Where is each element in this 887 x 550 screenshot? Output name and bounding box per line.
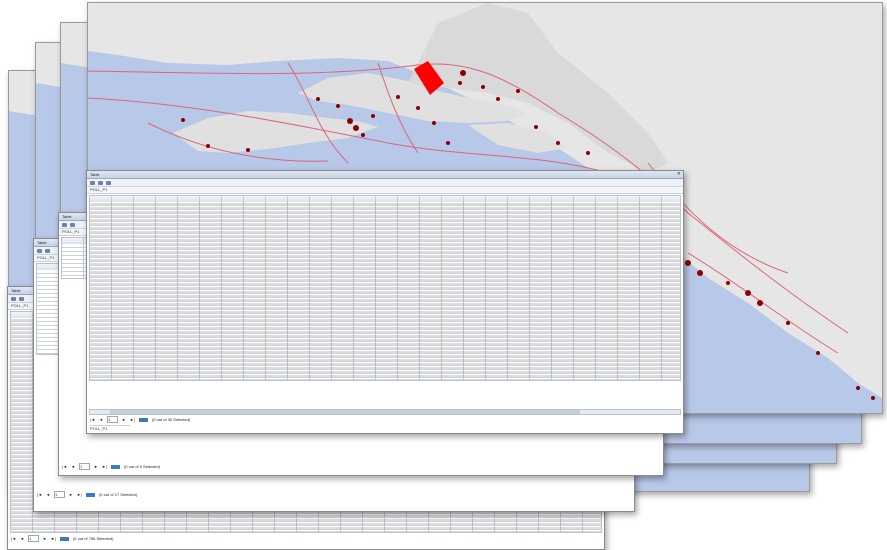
table-toolbar xyxy=(87,179,683,187)
table-options-icon[interactable] xyxy=(37,248,42,253)
select-by-attributes-icon[interactable] xyxy=(70,222,75,227)
grid-cell-text xyxy=(90,202,680,380)
show-selected-button[interactable] xyxy=(85,492,95,497)
record-number-input[interactable]: 1 xyxy=(78,463,90,470)
show-selected-button[interactable] xyxy=(138,417,148,422)
navigation-prev-icon[interactable]: ◄ xyxy=(20,536,24,541)
record-navigator: |◄ ◄ 1 ► ►| (0 out of 30 Selected) xyxy=(90,416,190,423)
record-number-input[interactable]: 1 xyxy=(106,416,118,423)
record-number-input[interactable]: 1 xyxy=(27,535,39,542)
navigation-next-icon[interactable]: ► xyxy=(122,417,126,422)
navigation-last-icon[interactable]: ►| xyxy=(130,417,135,422)
show-selected-button[interactable] xyxy=(110,464,120,469)
close-icon[interactable]: ✕ xyxy=(677,171,681,178)
navigation-last-icon[interactable]: ►| xyxy=(77,492,82,497)
selection-status: (0 out of 756 Selected) xyxy=(72,536,114,541)
related-tables-icon[interactable] xyxy=(106,180,111,185)
table-options-icon[interactable] xyxy=(62,222,67,227)
screenshot-root: { "title": "Table", "layer_name": "POLL_… xyxy=(0,0,887,550)
navigation-prev-icon[interactable]: ◄ xyxy=(71,464,75,469)
selection-status: (0 out of 30 Selected) xyxy=(151,417,191,422)
table-options-icon[interactable] xyxy=(90,180,95,185)
record-number-input[interactable]: 1 xyxy=(53,491,65,498)
attribute-grid[interactable] xyxy=(89,195,681,381)
navigation-last-icon[interactable]: ►| xyxy=(102,464,107,469)
navigation-first-icon[interactable]: |◄ xyxy=(11,536,16,541)
navigation-first-icon[interactable]: |◄ xyxy=(37,492,42,497)
horizontal-scrollbar[interactable] xyxy=(89,409,681,415)
select-by-attributes-icon[interactable] xyxy=(45,248,50,253)
navigation-first-icon[interactable]: |◄ xyxy=(90,417,95,422)
navigation-first-icon[interactable]: |◄ xyxy=(62,464,67,469)
navigation-prev-icon[interactable]: ◄ xyxy=(99,417,103,422)
scroll-thumb[interactable] xyxy=(110,410,580,414)
record-navigator: |◄ ◄ 1 ► ►| (0 out of 9 Selected) xyxy=(62,463,160,470)
record-navigator: |◄ ◄ 1 ► ►| (0 out of 17 Selected) xyxy=(37,491,137,498)
navigation-prev-icon[interactable]: ◄ xyxy=(46,492,50,497)
table-window-4[interactable]: Table ✕ POLL_P1 |◄ ◄ 1 ► ►| (0 out of 30… xyxy=(86,170,684,434)
layer-tab[interactable]: POLL_P1 xyxy=(87,187,683,194)
record-navigator: |◄ ◄ 1 ► ►| (0 out of 756 Selected) xyxy=(11,535,113,542)
selection-status: (0 out of 17 Selected) xyxy=(98,492,138,497)
show-selected-button[interactable] xyxy=(59,536,69,541)
select-by-attributes-icon[interactable] xyxy=(98,180,103,185)
selection-status: (0 out of 9 Selected) xyxy=(123,464,160,469)
navigation-next-icon[interactable]: ► xyxy=(94,464,98,469)
select-by-attributes-icon[interactable] xyxy=(19,296,24,301)
layer-tab-bottom[interactable]: POLL_P1 xyxy=(90,425,130,432)
table-options-icon[interactable] xyxy=(11,296,16,301)
navigation-next-icon[interactable]: ► xyxy=(69,492,73,497)
navigation-next-icon[interactable]: ► xyxy=(43,536,47,541)
navigation-last-icon[interactable]: ►| xyxy=(51,536,56,541)
table-title: Table xyxy=(87,171,683,179)
